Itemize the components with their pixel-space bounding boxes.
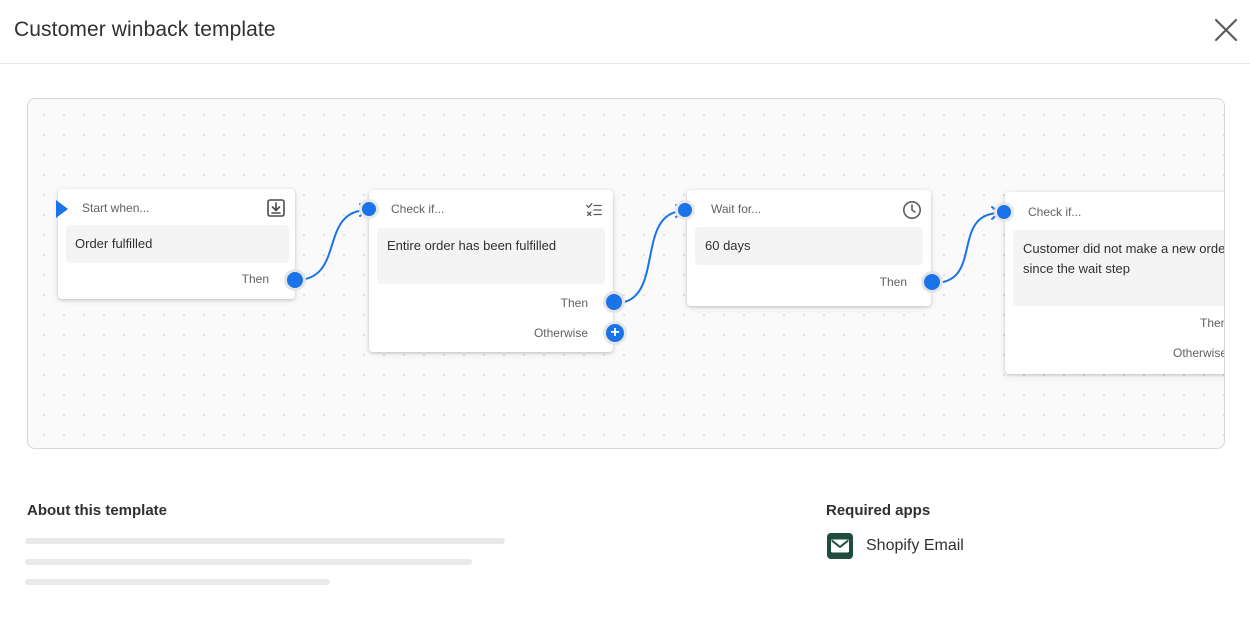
connector-2 <box>615 210 685 304</box>
output-port[interactable] <box>603 291 625 313</box>
trigger-node[interactable]: Start when... Order fulfilled Then <box>58 189 295 299</box>
node-output-then: Then <box>1200 316 1225 330</box>
plus-icon: + <box>606 324 624 342</box>
node-value: Order fulfilled <box>66 225 289 263</box>
loading-placeholder-line <box>25 579 330 585</box>
condition-node-1[interactable]: Check if... Entire order has been fulfil… <box>369 190 613 352</box>
condition-node-2[interactable]: Check if... Customer did not make a new … <box>1005 192 1225 374</box>
about-title: About this template <box>27 502 168 519</box>
node-output-then: Then <box>879 275 907 289</box>
envelope-icon <box>827 533 853 559</box>
connector-1 <box>295 209 369 281</box>
node-value: Entire order has been fulfilled <box>377 228 605 284</box>
trigger-start-marker <box>56 200 68 218</box>
node-label: Wait for... <box>711 202 762 216</box>
modal-title: Customer winback template <box>14 18 276 41</box>
node-label: Start when... <box>82 201 150 215</box>
node-output-otherwise: Otherwise <box>1173 346 1225 360</box>
input-port[interactable] <box>675 200 695 220</box>
node-output-then: Then <box>560 296 588 310</box>
node-value: 60 days <box>695 227 923 265</box>
clock-icon <box>903 201 921 219</box>
required-app-item[interactable]: Shopify Email <box>826 532 986 560</box>
app-name: Shopify Email <box>866 537 964 554</box>
node-output-otherwise: Otherwise <box>533 326 588 340</box>
workflow-canvas[interactable]: Start when... Order fulfilled Then Check… <box>27 98 1225 449</box>
input-port[interactable] <box>994 202 1014 222</box>
connector-3 <box>933 212 1001 284</box>
download-icon <box>267 199 285 217</box>
loading-placeholder-line <box>25 559 472 565</box>
node-value: Customer did not make a new order since … <box>1013 230 1224 306</box>
loading-placeholder-line <box>25 538 505 544</box>
modal-header: Customer winback template <box>0 0 1250 64</box>
close-icon[interactable] <box>1210 14 1242 46</box>
add-step-button[interactable]: + <box>603 321 627 345</box>
node-label: Check if... <box>1028 205 1082 219</box>
output-port[interactable] <box>284 269 306 291</box>
node-output-then: Then <box>241 272 269 286</box>
wait-node[interactable]: Wait for... 60 days Then <box>687 190 931 306</box>
output-port[interactable] <box>921 271 943 293</box>
required-apps-title: Required apps <box>826 502 931 519</box>
checklist-icon <box>586 203 602 217</box>
input-port[interactable] <box>359 199 379 219</box>
node-label: Check if... <box>391 202 445 216</box>
